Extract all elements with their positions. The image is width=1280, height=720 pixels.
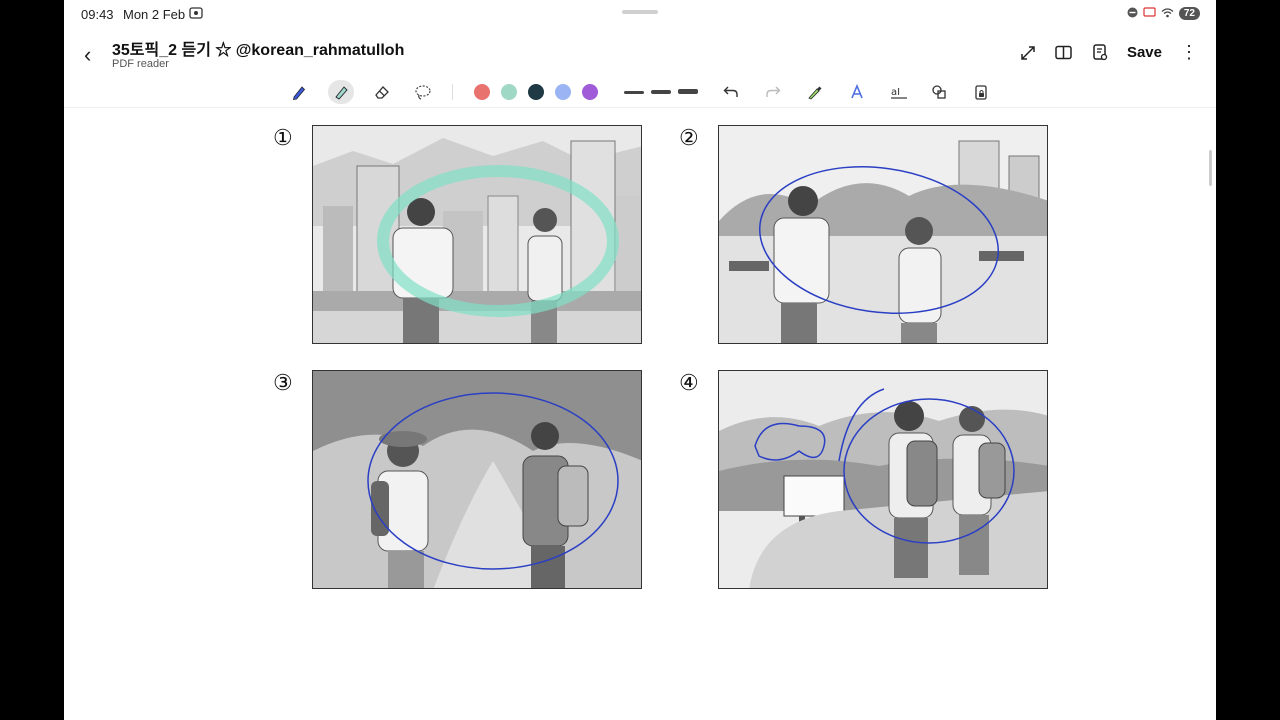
pen-icon[interactable] — [286, 80, 312, 104]
option-number-1: ① — [273, 126, 293, 151]
save-button[interactable]: Save — [1127, 44, 1162, 61]
book-view-icon[interactable] — [1055, 44, 1073, 62]
highlighter-icon[interactable] — [328, 80, 354, 104]
redo-icon[interactable] — [760, 80, 786, 104]
app-header: ‹ 35토픽_2 듣기 ☆ @korean_rahmatulloh PDF re… — [64, 32, 1216, 76]
tablet-screen: 09:43 Mon 2 Feb 72 ‹ 35토픽_2 듣기 ☆ @korean… — [64, 0, 1216, 720]
expand-icon[interactable] — [1019, 44, 1037, 62]
eraser-icon[interactable] — [369, 80, 395, 104]
dnd-icon — [1127, 6, 1138, 21]
battery-badge: 72 — [1178, 7, 1200, 20]
lasso-icon[interactable] — [410, 80, 436, 104]
stroke-thin[interactable] — [624, 91, 644, 94]
document-title: 35토픽_2 듣기 ☆ @korean_rahmatulloh — [112, 42, 405, 59]
svg-text:aI: aI — [891, 87, 900, 98]
pdf-page[interactable]: ① ② ③ ④ — [64, 108, 1216, 720]
status-date: Mon 2 Feb — [123, 7, 186, 22]
color-swatch-blue[interactable] — [555, 84, 571, 100]
illustration-2-park — [718, 125, 1048, 344]
status-right: 72 — [1127, 6, 1200, 21]
color-swatch-purple[interactable] — [582, 84, 598, 100]
illustration-3-hiking-trail — [312, 370, 642, 589]
text-style-icon[interactable] — [844, 80, 870, 104]
header-actions: Save ⋮ — [1019, 42, 1198, 63]
document-settings-icon[interactable] — [1091, 44, 1109, 62]
text-box-icon[interactable]: aI — [886, 80, 912, 104]
stroke-thick[interactable] — [678, 89, 698, 94]
illustration-4-mountain-lookout — [718, 370, 1048, 589]
back-icon[interactable]: ‹ — [84, 42, 91, 68]
option-number-2: ② — [679, 126, 699, 151]
status-bar: 09:43 Mon 2 Feb 72 — [64, 0, 1216, 30]
cast-icon — [1143, 6, 1156, 21]
drag-handle[interactable] — [622, 10, 658, 14]
toolbar-divider — [452, 84, 453, 100]
option-number-3: ③ — [273, 371, 293, 396]
color-swatch-red[interactable] — [474, 84, 490, 100]
page-scrollbar[interactable] — [1209, 150, 1212, 186]
wifi-icon — [1161, 6, 1174, 21]
shapes-icon[interactable] — [926, 80, 952, 104]
color-swatch-navy[interactable] — [528, 84, 544, 100]
annotation-toolbar: aI — [64, 76, 1216, 108]
more-options-icon[interactable]: ⋮ — [1180, 42, 1198, 63]
undo-icon[interactable] — [718, 80, 744, 104]
screen-record-icon — [189, 7, 203, 22]
lock-icon[interactable] — [968, 80, 994, 104]
color-picker-icon[interactable] — [802, 80, 828, 104]
option-number-4: ④ — [679, 371, 699, 396]
color-swatch-mint[interactable] — [501, 84, 517, 100]
stroke-medium[interactable] — [651, 90, 671, 94]
status-time: 09:43 — [81, 7, 114, 22]
illustration-1-city-view — [312, 125, 642, 344]
document-subtitle: PDF reader — [112, 58, 169, 70]
